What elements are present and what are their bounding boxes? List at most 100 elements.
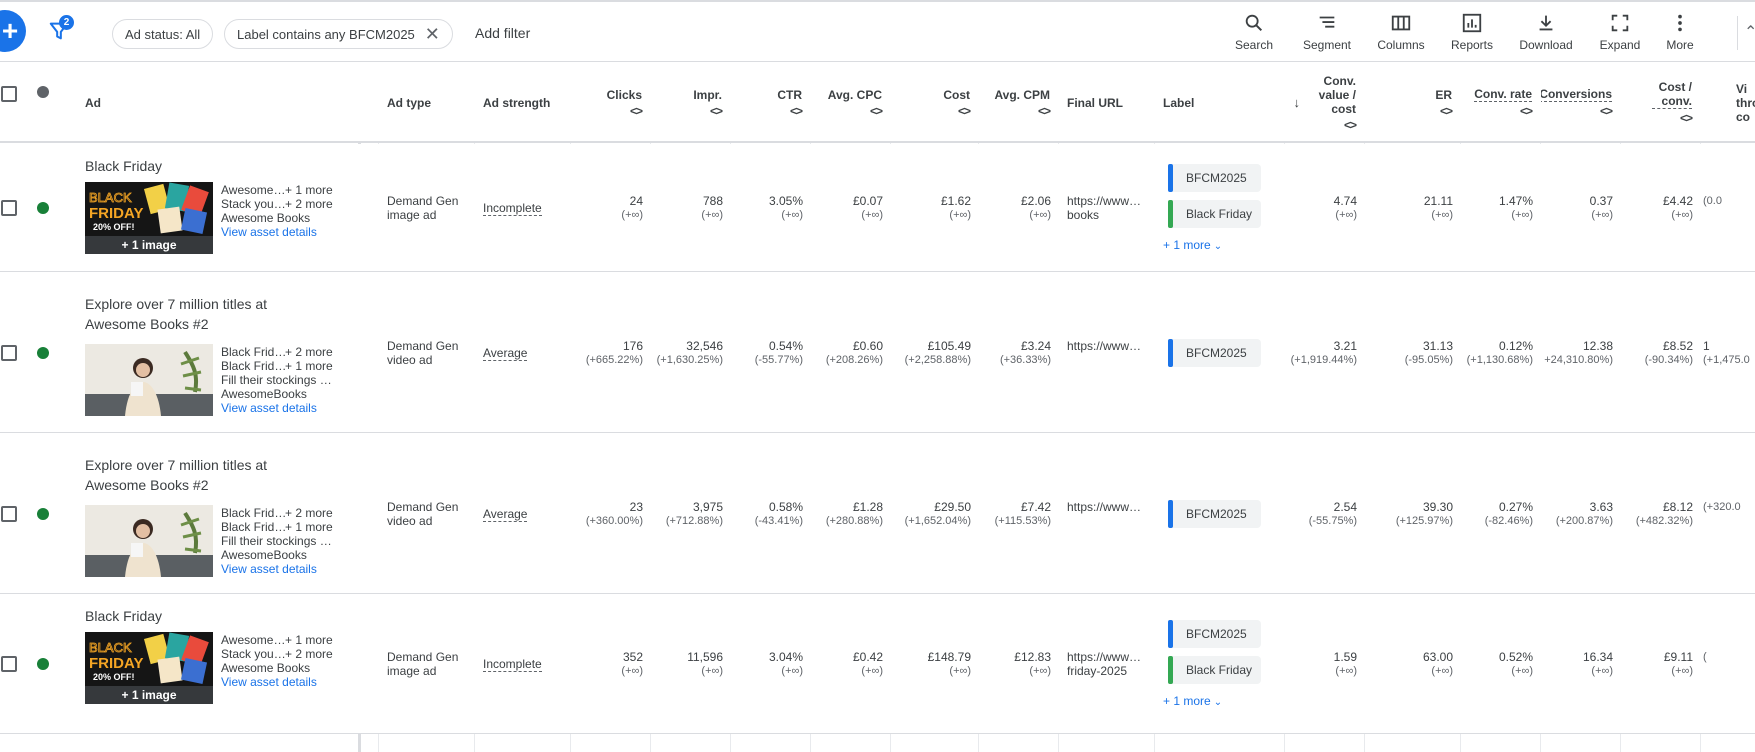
view-asset-details-link[interactable]: View asset details: [221, 401, 341, 415]
avg-cpc-cell: £1.28 (+280.88%): [811, 500, 883, 528]
more-images-caption[interactable]: + 1 image: [85, 686, 213, 704]
label-more-link[interactable]: + 1 more ⌄: [1163, 694, 1222, 708]
final-url-cell[interactable]: https://www…: [1067, 500, 1152, 514]
asset-more-count[interactable]: + 1 more: [285, 520, 333, 534]
asset-more-count[interactable]: + 2 more: [285, 197, 333, 211]
reports-button[interactable]: Reports: [1432, 12, 1512, 52]
header-avg-cpc[interactable]: Avg. CPC <>: [811, 62, 890, 143]
asset-name: AwesomeBooks: [221, 387, 307, 401]
table-row: Black Friday BLACK FRIDAY 20% OFF! + 1 image…: [0, 144, 1755, 272]
add-filter-button[interactable]: Add filter: [475, 25, 530, 41]
label-chip[interactable]: BFCM2025: [1168, 338, 1261, 367]
header-cost[interactable]: Cost <>: [891, 62, 978, 143]
header-cost-conv[interactable]: Cost / conv. <>: [1621, 62, 1700, 143]
label-more-link[interactable]: + 1 more ⌄: [1163, 238, 1222, 252]
header-impr[interactable]: Impr. <>: [651, 62, 730, 143]
ad-thumbnail[interactable]: BLACK FRIDAY 20% OFF! + 1 image: [85, 632, 213, 704]
header-ad[interactable]: Ad: [77, 62, 277, 143]
label-color-bar: [1168, 620, 1173, 648]
create-button[interactable]: +: [0, 10, 26, 52]
final-url-cell[interactable]: https://www… friday-2025: [1067, 650, 1152, 678]
download-button[interactable]: Download: [1506, 12, 1586, 52]
view-through-change: (+1,475.0: [1703, 353, 1750, 366]
chevron-down-icon: ⌄: [1213, 697, 1223, 708]
header-avg-cpm[interactable]: Avg. CPM <>: [979, 62, 1058, 143]
view-asset-details-link[interactable]: View asset details: [221, 225, 341, 239]
ad-strength-cell[interactable]: Incomplete: [483, 657, 542, 672]
ad-thumbnail[interactable]: BLACK FRIDAY 20% OFF! + 1 image: [85, 182, 213, 254]
asset-text: Stack you… + 2 more: [221, 647, 341, 661]
asset-more-count[interactable]: + 2 more: [285, 647, 333, 661]
filter-chip-ad-status[interactable]: Ad status: All: [112, 19, 214, 49]
status-header-icon: [37, 86, 49, 98]
header-ad-type[interactable]: Ad type: [379, 62, 474, 143]
header-view-through[interactable]: Vi throu co: [1728, 62, 1755, 143]
final-url-cell[interactable]: https://www… books: [1067, 194, 1152, 222]
ad-title[interactable]: Explore over 7 million titles at Awesome…: [85, 455, 305, 495]
ad-title[interactable]: Black Friday: [85, 606, 305, 626]
tool-label: Columns: [1377, 38, 1425, 52]
label-chip[interactable]: BFCM2025: [1168, 164, 1261, 192]
header-conversions[interactable]: Conversions <>: [1541, 62, 1620, 143]
asset-name: Awesome Books: [221, 661, 311, 675]
cost-change: (+∞): [949, 209, 971, 221]
row-checkbox[interactable]: [1, 505, 17, 522]
header-conv-rate[interactable]: Conv. rate <>: [1461, 62, 1540, 143]
ad-title[interactable]: Black Friday: [85, 156, 305, 176]
ad-thumbnail[interactable]: [85, 344, 213, 416]
asset-more-count[interactable]: + 2 more: [285, 345, 333, 359]
select-all-checkbox[interactable]: [1, 86, 17, 102]
view-asset-details-link[interactable]: View asset details: [221, 562, 341, 576]
label-chip[interactable]: BFCM2025: [1168, 499, 1261, 528]
asset-more-count[interactable]: + 1 more: [285, 359, 333, 373]
label-chip[interactable]: Black Friday: [1168, 200, 1261, 228]
asset-more-count[interactable]: + 2 more: [285, 506, 333, 520]
label-color-bar: [1168, 338, 1173, 367]
search-button[interactable]: Search: [1214, 12, 1294, 52]
asset-name: Awesome Books: [221, 211, 311, 225]
asset-text: Black Frid… + 2 more: [221, 345, 341, 359]
view-asset-details-link[interactable]: View asset details: [221, 675, 341, 689]
asset-more-count[interactable]: + 1 more: [285, 633, 333, 647]
cost-conv-value: £8.52: [1662, 338, 1693, 353]
more-button[interactable]: More: [1640, 12, 1720, 52]
ad-strength-cell[interactable]: Average: [483, 506, 528, 522]
header-ctr[interactable]: CTR <>: [731, 62, 810, 143]
header-clicks[interactable]: Clicks <>: [571, 62, 650, 143]
asset-text: AwesomeBooks: [221, 548, 341, 562]
row-checkbox[interactable]: [1, 344, 17, 361]
conversions-cell: 0.37 (+∞): [1541, 194, 1613, 222]
search-icon: [1245, 14, 1263, 32]
close-icon[interactable]: ✕: [425, 25, 440, 43]
avg-cpm-value: £7.42: [1020, 499, 1051, 514]
collapse-icon[interactable]: ⌃: [1744, 22, 1755, 42]
clicks-cell: 23 (+360.00%): [571, 500, 643, 528]
columns-button[interactable]: Columns: [1361, 12, 1441, 52]
er-cell: 39.30 (+125.97%): [1365, 500, 1453, 528]
asset-more-count[interactable]: + 1 more: [285, 183, 333, 197]
er-value: 31.13: [1422, 338, 1453, 353]
segment-button[interactable]: Segment: [1287, 12, 1367, 52]
header-final-url[interactable]: Final URL: [1059, 62, 1154, 143]
label-chip[interactable]: BFCM2025: [1168, 620, 1261, 648]
ad-strength-cell[interactable]: Incomplete: [483, 201, 542, 216]
row-checkbox[interactable]: [1, 200, 17, 216]
header-conv-value-cost[interactable]: ↓ Conv. value / cost <>: [1285, 62, 1364, 143]
header-label: Cost / conv.: [1652, 80, 1692, 109]
ctr-change: (+∞): [781, 665, 803, 677]
label-more-text: + 1 more: [1163, 694, 1211, 708]
segment-icon: [1319, 16, 1335, 28]
more-images-caption[interactable]: + 1 image: [85, 236, 213, 254]
final-url-cell[interactable]: https://www…: [1067, 339, 1152, 353]
clicks-change: (+665.22%): [585, 353, 643, 366]
filter-chip-label[interactable]: Label contains any BFCM2025 ✕: [224, 19, 453, 49]
ad-strength-cell[interactable]: Average: [483, 345, 528, 361]
ad-thumbnail[interactable]: [85, 505, 213, 577]
tool-label: Expand: [1599, 38, 1641, 52]
header-label[interactable]: Label: [1155, 62, 1284, 143]
ad-title[interactable]: Explore over 7 million titles at Awesome…: [85, 294, 305, 334]
header-ad-strength[interactable]: Ad strength: [475, 62, 570, 143]
row-checkbox[interactable]: [1, 656, 17, 672]
label-chip[interactable]: Black Friday: [1168, 656, 1261, 684]
header-er[interactable]: ER <>: [1365, 62, 1460, 143]
